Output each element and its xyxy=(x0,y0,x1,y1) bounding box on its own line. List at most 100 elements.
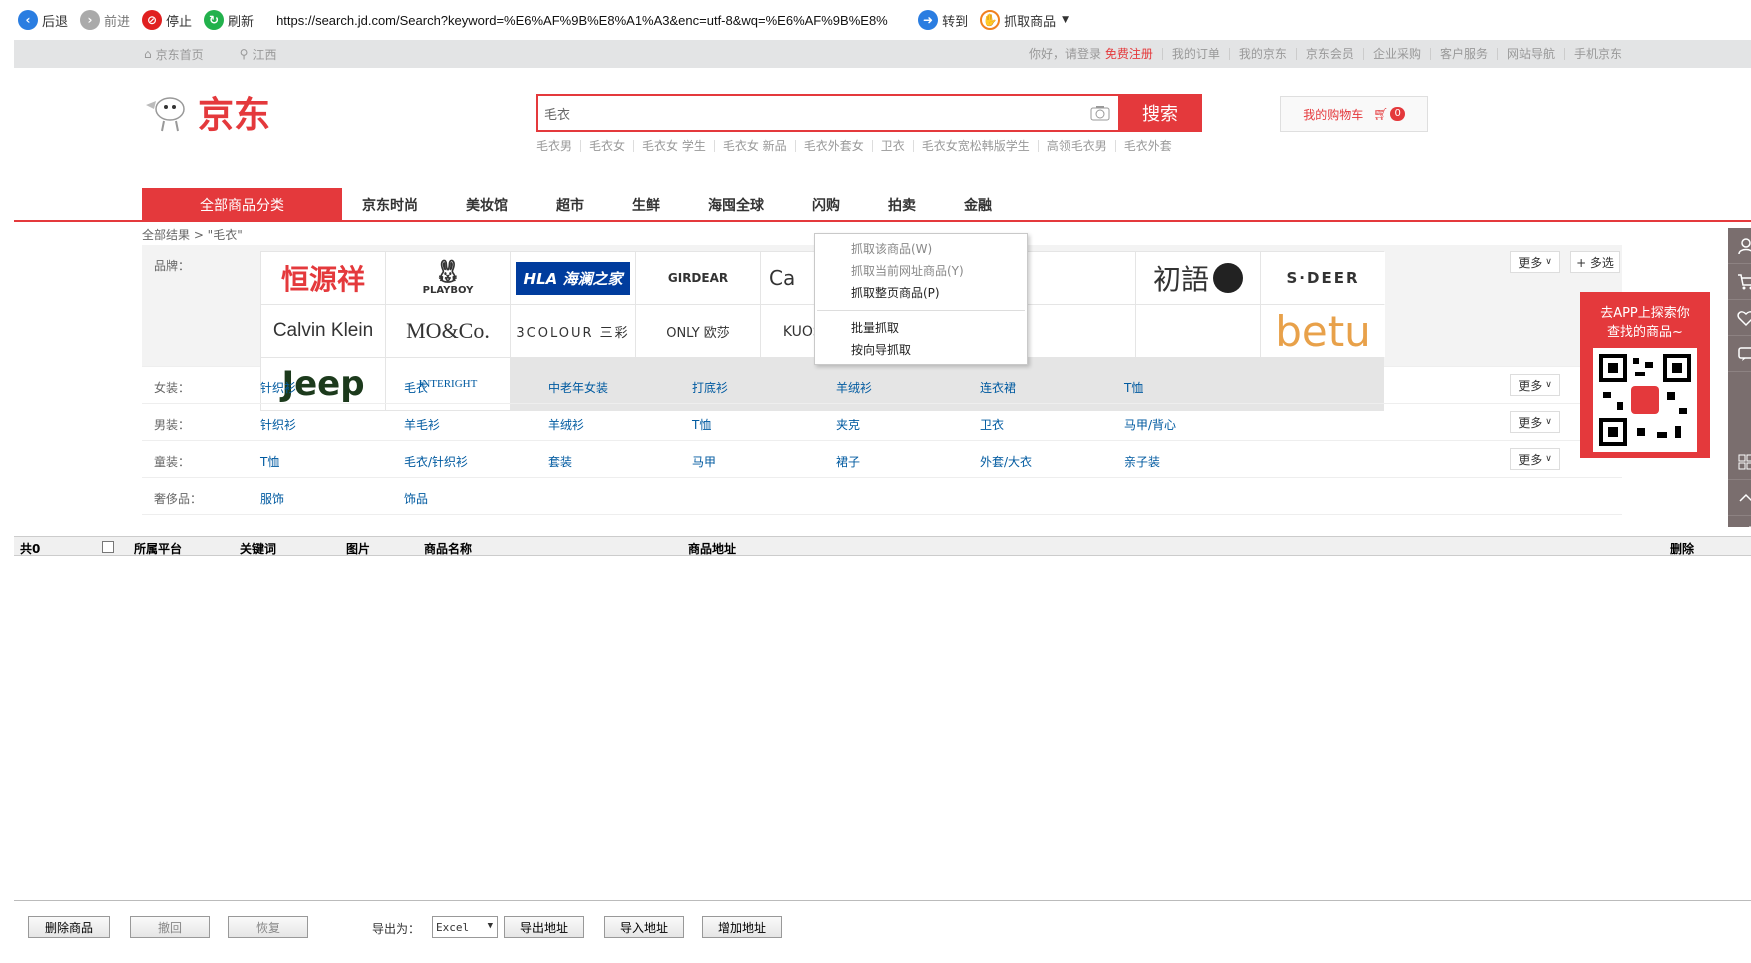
stop-button[interactable]: ⊘ 停止 xyxy=(142,10,192,30)
hotword-link[interactable]: 毛衣男 xyxy=(536,140,580,152)
search-input[interactable] xyxy=(538,96,1082,130)
brand-tile[interactable]: HLA 海澜之家 xyxy=(511,252,635,304)
chat-icon[interactable] xyxy=(1728,336,1751,372)
refresh-button[interactable]: ↻ 刷新 xyxy=(204,10,254,30)
nav-item-finance[interactable]: 金融 xyxy=(964,195,992,215)
hotword-link[interactable]: 毛衣女宽松韩版学生 xyxy=(912,140,1038,152)
category-link[interactable]: 马甲 xyxy=(692,453,836,470)
register-link[interactable]: 免费注册 xyxy=(1105,47,1153,61)
category-link[interactable]: T恤 xyxy=(1124,379,1268,396)
men-more-button[interactable]: 更多 ∨ xyxy=(1510,411,1560,433)
category-link[interactable]: 卫衣 xyxy=(980,416,1124,433)
brand-tile[interactable]: betu xyxy=(1261,305,1385,357)
nav-item-auction[interactable]: 拍卖 xyxy=(888,195,916,215)
menu-item-grab-this[interactable]: 抓取该商品(W) xyxy=(815,238,1027,260)
col-header-product-url[interactable]: 商品地址 xyxy=(688,540,736,557)
all-categories-button[interactable]: 全部商品分类 xyxy=(142,188,342,222)
select-all-checkbox[interactable] xyxy=(102,541,114,553)
category-link[interactable]: T恤 xyxy=(692,416,836,433)
import-address-button[interactable]: 导入地址 xyxy=(604,916,684,938)
search-button[interactable]: 搜索 xyxy=(1118,94,1202,132)
col-header-product-name[interactable]: 商品名称 xyxy=(424,540,472,557)
category-link[interactable]: 亲子装 xyxy=(1124,453,1268,470)
category-link[interactable]: 中老年女装 xyxy=(548,379,692,396)
brand-tile[interactable] xyxy=(1011,252,1135,304)
category-link[interactable]: 针织衫 xyxy=(260,379,404,396)
app-qr-promo[interactable]: 去APP上探索你 查找的商品~ xyxy=(1580,292,1710,458)
home-link[interactable]: ⌂ 京东首页 xyxy=(144,46,222,63)
category-link[interactable]: 套装 xyxy=(548,453,692,470)
goto-button[interactable]: ➜ 转到 xyxy=(918,10,968,30)
export-address-button[interactable]: 导出地址 xyxy=(504,916,584,938)
topbar-link-orders[interactable]: 我的订单 xyxy=(1161,48,1229,60)
topbar-link-sitenav[interactable]: 网站导航 xyxy=(1496,48,1564,60)
brand-tile[interactable]: MO&Co. xyxy=(386,305,510,357)
menu-item-wizard-grab[interactable]: 按向导抓取 xyxy=(815,339,1027,361)
brand-more-button[interactable]: 更多 ∨ xyxy=(1510,251,1560,273)
nav-item-flash[interactable]: 闪购 xyxy=(812,195,840,215)
location-link[interactable]: ⚲ 江西 xyxy=(240,46,295,63)
kids-more-button[interactable]: 更多 ∨ xyxy=(1510,448,1560,470)
brand-multi-select-button[interactable]: + 多选 xyxy=(1570,251,1620,273)
hotword-link[interactable]: 卫衣 xyxy=(871,140,913,152)
category-link[interactable]: 裙子 xyxy=(836,453,980,470)
nav-item-global[interactable]: 海囤全球 xyxy=(708,195,764,215)
nav-item-beauty[interactable]: 美妆馆 xyxy=(466,195,508,215)
col-header-delete[interactable]: 删除 xyxy=(1670,540,1694,557)
brand-tile[interactable] xyxy=(1011,305,1135,357)
brand-tile[interactable]: 3COLOUR 三彩 xyxy=(511,305,635,357)
menu-item-batch-grab[interactable]: 批量抓取 xyxy=(815,317,1027,339)
brand-tile[interactable]: GIRDEAR xyxy=(636,252,760,304)
hotword-link[interactable]: 毛衣女 新品 xyxy=(713,140,795,152)
jd-logo[interactable]: 京东 xyxy=(142,86,270,138)
grab-menu-button[interactable]: ✋ 抓取商品 ▼ xyxy=(980,10,1069,30)
breadcrumb[interactable]: 全部结果 > "毛衣" xyxy=(142,226,243,243)
url-input[interactable]: https://search.jd.com/Search?keyword=%E6… xyxy=(270,8,910,32)
user-icon[interactable] xyxy=(1728,228,1751,264)
login-link[interactable]: 你好，请登录 免费注册 xyxy=(1020,48,1162,60)
brand-tile[interactable]: ONLY 欧莎 xyxy=(636,305,760,357)
cart-button[interactable]: 我的购物车 🛒︎ 0 xyxy=(1280,96,1428,132)
col-header-keyword[interactable]: 关键词 xyxy=(240,540,276,557)
restore-button[interactable]: 恢复 xyxy=(228,916,308,938)
category-link[interactable]: 外套/大衣 xyxy=(980,453,1124,470)
brand-tile[interactable]: 初語 xyxy=(1136,252,1260,304)
menu-item-grab-current-url[interactable]: 抓取当前网址商品(Y) xyxy=(815,260,1027,282)
forward-button[interactable]: › 前进 xyxy=(80,10,130,30)
camera-icon[interactable] xyxy=(1082,96,1118,130)
category-link[interactable]: T恤 xyxy=(260,453,404,470)
topbar-link-myjd[interactable]: 我的京东 xyxy=(1228,48,1296,60)
category-link[interactable]: 打底衫 xyxy=(692,379,836,396)
topbar-link-mobile[interactable]: 手机京东 xyxy=(1563,48,1631,60)
hotword-link[interactable]: 毛衣女 学生 xyxy=(633,140,714,152)
brand-tile[interactable] xyxy=(1136,305,1260,357)
grid-icon[interactable] xyxy=(1728,444,1751,480)
result-grid-body[interactable] xyxy=(14,556,1751,901)
col-header-platform[interactable]: 所属平台 xyxy=(134,540,182,557)
topbar-link-member[interactable]: 京东会员 xyxy=(1295,48,1363,60)
brand-tile[interactable]: Calvin Klein xyxy=(261,305,385,357)
women-more-button[interactable]: 更多 ∨ xyxy=(1510,374,1560,396)
delete-products-button[interactable]: 删除商品 xyxy=(28,916,110,938)
cart-icon[interactable] xyxy=(1728,264,1751,300)
brand-tile[interactable]: 🐰︎ PLAYBOY xyxy=(386,252,510,304)
category-link[interactable]: 马甲/背心 xyxy=(1124,416,1268,433)
nav-item-fresh[interactable]: 生鲜 xyxy=(632,195,660,215)
export-format-select[interactable]: Excel ▼ xyxy=(432,916,498,938)
category-link[interactable]: 针织衫 xyxy=(260,416,404,433)
category-link[interactable]: 羊毛衫 xyxy=(404,416,548,433)
back-to-top-icon[interactable] xyxy=(1728,480,1751,516)
category-link[interactable]: 毛衣/针织衫 xyxy=(404,453,548,470)
topbar-link-service[interactable]: 客户服务 xyxy=(1429,48,1497,60)
topbar-link-enterprise[interactable]: 企业采购 xyxy=(1362,48,1430,60)
hotword-link[interactable]: 高领毛衣男 xyxy=(1037,140,1115,152)
category-link[interactable]: 服饰 xyxy=(260,490,404,507)
category-link[interactable]: 毛衣 xyxy=(404,379,548,396)
category-link[interactable]: 夹克 xyxy=(836,416,980,433)
category-link[interactable]: 羊绒衫 xyxy=(836,379,980,396)
category-link[interactable]: 连衣裙 xyxy=(980,379,1124,396)
nav-item-supermarket[interactable]: 超市 xyxy=(556,195,584,215)
menu-item-grab-page[interactable]: 抓取整页商品(P) xyxy=(815,282,1027,304)
hotword-link[interactable]: 毛衣外套 xyxy=(1114,140,1180,152)
brand-tile[interactable]: S·DEER xyxy=(1261,252,1385,304)
